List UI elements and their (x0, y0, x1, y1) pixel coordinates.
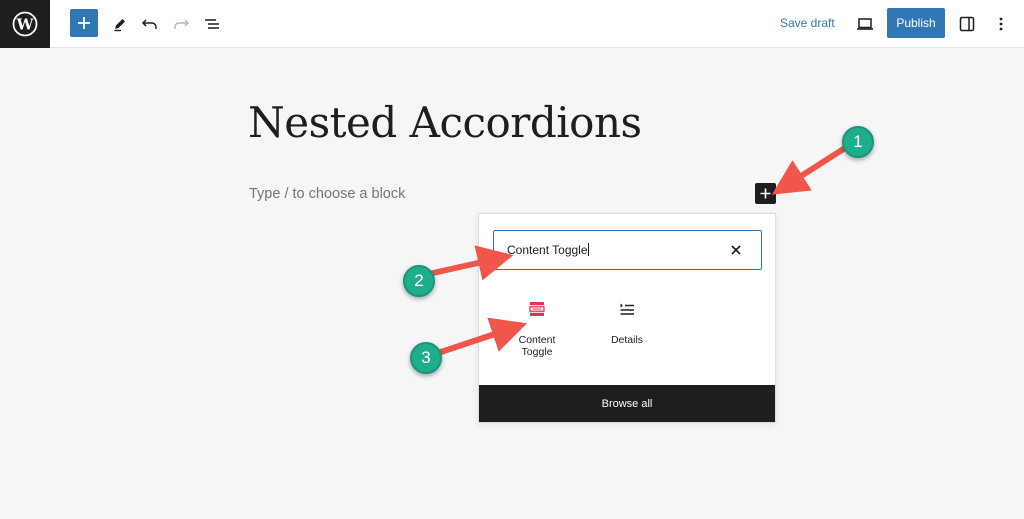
list-view-icon (205, 19, 219, 29)
settings-sidebar-button[interactable] (952, 9, 982, 39)
wordpress-logo-icon[interactable]: W (0, 0, 50, 48)
annotation-marker-2: 2 (403, 265, 435, 297)
block-search-input[interactable]: Content Toggle (493, 230, 762, 270)
block-option-details[interactable]: Details (587, 299, 667, 346)
tools-button[interactable] (105, 9, 135, 39)
plus-icon (78, 17, 90, 29)
annotation-arrow-1 (771, 145, 848, 195)
sidebar-icon (959, 16, 975, 32)
block-option-label: Content Toggle (518, 334, 556, 358)
clear-search-button[interactable] (729, 243, 743, 257)
details-list-icon (617, 299, 637, 319)
plus-icon (760, 188, 771, 199)
document-overview-button[interactable] (197, 9, 227, 39)
options-button[interactable] (986, 9, 1016, 39)
quick-inserter-popover: Content Toggle Content Toggle Details Br… (478, 213, 776, 423)
block-option-content-toggle[interactable]: Content Toggle (497, 299, 577, 358)
block-option-label: Details (610, 334, 644, 346)
block-appender-placeholder[interactable]: Type / to choose a block (249, 186, 405, 202)
save-draft-button[interactable]: Save draft (780, 16, 835, 30)
annotation-marker-1: 1 (842, 126, 874, 158)
publish-button[interactable]: Publish (887, 8, 945, 38)
redo-button[interactable] (166, 9, 196, 39)
desktop-preview-icon (857, 18, 873, 30)
block-inserter-toggle-button[interactable] (70, 9, 98, 37)
annotation-marker-3: 3 (410, 342, 442, 374)
svg-text:W: W (16, 16, 35, 34)
post-title[interactable]: Nested Accordions (248, 98, 642, 147)
preview-button[interactable] (850, 9, 880, 39)
pencil-icon (114, 19, 125, 32)
content-toggle-icon (527, 299, 547, 319)
close-icon (731, 245, 741, 255)
more-vertical-icon (999, 17, 1003, 31)
undo-icon (141, 19, 157, 29)
browse-all-button[interactable]: Browse all (479, 385, 775, 422)
undo-button[interactable] (135, 9, 165, 39)
editor-toolbar: W Save draft Publish (0, 0, 1024, 48)
add-block-button[interactable] (755, 183, 776, 204)
text-caret (587, 243, 589, 256)
search-input-value: Content Toggle (507, 243, 588, 257)
redo-icon (174, 19, 190, 29)
